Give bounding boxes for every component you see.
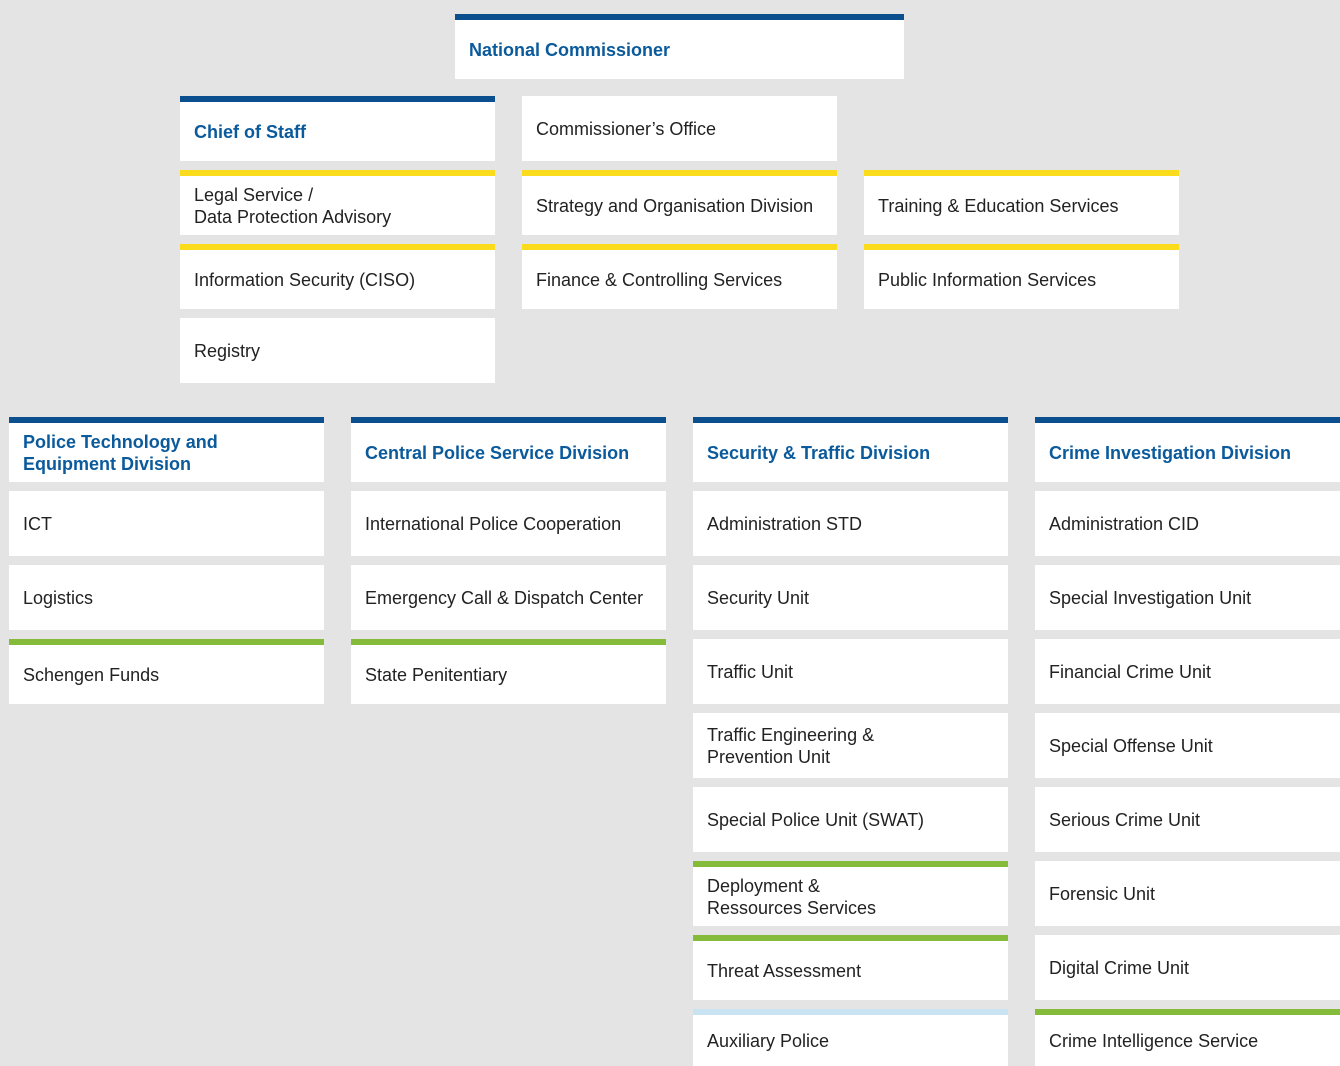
division-title: Crime Investigation Division: [1049, 442, 1292, 463]
division-header-cid: Crime Investigation Division: [1035, 417, 1340, 482]
finance-services-box: Finance & Controlling Services: [522, 244, 837, 309]
training-services-box: Training & Education Services: [864, 170, 1179, 235]
division-title: Security & Traffic Division: [707, 442, 931, 463]
unit-label: Emergency Call & Dispatch Center: [365, 587, 644, 608]
unit-box: Deployment & Ressources Services: [693, 861, 1008, 926]
unit-box: Forensic Unit: [1035, 861, 1340, 926]
unit-label: Crime Intelligence Service: [1049, 1030, 1259, 1051]
unit-label: Auxiliary Police: [707, 1030, 830, 1051]
national-commissioner-box: National Commissioner: [455, 14, 904, 79]
unit-label: Traffic Unit: [707, 661, 794, 682]
division-title: Central Police Service Division: [365, 442, 630, 463]
unit-label: ICT: [23, 513, 52, 534]
unit-box: International Police Cooperation: [351, 491, 666, 556]
division-header-cps: Central Police Service Division: [351, 417, 666, 482]
unit-label: Security Unit: [707, 587, 810, 608]
unit-box: Special Investigation Unit: [1035, 565, 1340, 630]
unit-label: Forensic Unit: [1049, 883, 1156, 904]
chief-of-staff-box: Chief of Staff: [180, 96, 495, 161]
unit-box: Serious Crime Unit: [1035, 787, 1340, 852]
unit-box: Security Unit: [693, 565, 1008, 630]
unit-box: Digital Crime Unit: [1035, 935, 1340, 1000]
unit-box: Logistics: [9, 565, 324, 630]
unit-label: Digital Crime Unit: [1049, 957, 1190, 978]
unit-label: Schengen Funds: [23, 664, 160, 685]
unit-box: ICT: [9, 491, 324, 556]
public-information-box: Public Information Services: [864, 244, 1179, 309]
unit-label: Administration CID: [1049, 513, 1200, 534]
national-commissioner-label: National Commissioner: [469, 39, 671, 60]
unit-label: Traffic Engineering & Prevention Unit: [707, 724, 875, 767]
commissioners-office-label: Commissioner’s Office: [536, 118, 717, 139]
unit-label: Special Police Unit (SWAT): [707, 809, 925, 830]
training-services-label: Training & Education Services: [878, 195, 1119, 216]
unit-box: Financial Crime Unit: [1035, 639, 1340, 704]
unit-label: Financial Crime Unit: [1049, 661, 1212, 682]
commissioners-office-box: Commissioner’s Office: [522, 96, 837, 161]
unit-label: Threat Assessment: [707, 960, 862, 981]
unit-box: Traffic Unit: [693, 639, 1008, 704]
unit-label: Deployment & Ressources Services: [707, 875, 877, 918]
registry-box: Registry: [180, 318, 495, 383]
strategy-division-box: Strategy and Organisation Division: [522, 170, 837, 235]
unit-label: Special Offense Unit: [1049, 735, 1213, 756]
unit-box: Emergency Call & Dispatch Center: [351, 565, 666, 630]
unit-box: Crime Intelligence Service: [1035, 1009, 1340, 1066]
strategy-division-label: Strategy and Organisation Division: [536, 195, 814, 216]
unit-label: Special Investigation Unit: [1049, 587, 1252, 608]
unit-label: Logistics: [23, 587, 94, 608]
information-security-box: Information Security (CISO): [180, 244, 495, 309]
unit-label: State Penitentiary: [365, 664, 508, 685]
unit-box: State Penitentiary: [351, 639, 666, 704]
legal-service-box: Legal Service / Data Protection Advisory: [180, 170, 495, 235]
unit-label: Administration STD: [707, 513, 863, 534]
finance-services-label: Finance & Controlling Services: [536, 269, 783, 290]
legal-service-label: Legal Service / Data Protection Advisory: [194, 184, 392, 227]
unit-box: Special Offense Unit: [1035, 713, 1340, 778]
unit-box: Threat Assessment: [693, 935, 1008, 1000]
division-header-std: Security & Traffic Division: [693, 417, 1008, 482]
unit-box: Administration CID: [1035, 491, 1340, 556]
division-header-ptd: Police Technology and Equipment Division: [9, 417, 324, 482]
unit-box: Special Police Unit (SWAT): [693, 787, 1008, 852]
unit-label: Serious Crime Unit: [1049, 809, 1201, 830]
unit-box: Administration STD: [693, 491, 1008, 556]
information-security-label: Information Security (CISO): [194, 269, 416, 290]
unit-label: International Police Cooperation: [365, 513, 622, 534]
unit-box: Traffic Engineering & Prevention Unit: [693, 713, 1008, 778]
chief-of-staff-label: Chief of Staff: [194, 121, 306, 142]
unit-box: Auxiliary Police: [693, 1009, 1008, 1066]
division-title: Police Technology and Equipment Division: [23, 431, 218, 474]
public-information-label: Public Information Services: [878, 269, 1097, 290]
registry-label: Registry: [194, 340, 261, 361]
unit-box: Schengen Funds: [9, 639, 324, 704]
